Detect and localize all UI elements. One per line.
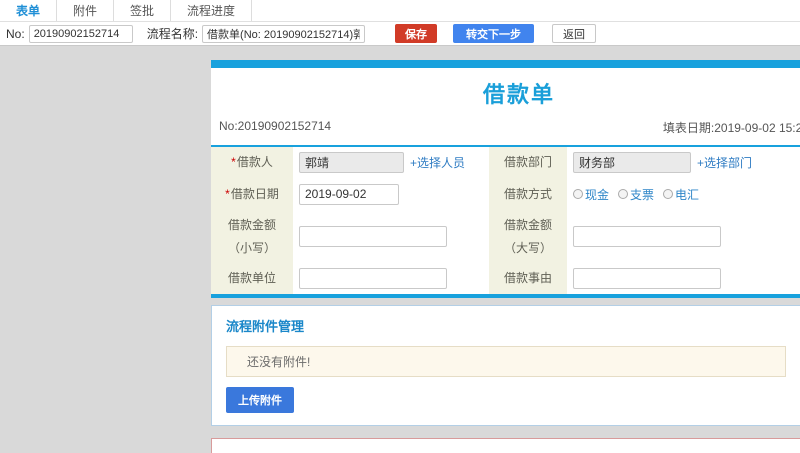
loan-form-panel: 借款单 No:20190902152714 填表日期:2019-09-02 15… bbox=[211, 60, 800, 298]
amount-small-field-cell bbox=[293, 211, 489, 263]
dept-input[interactable] bbox=[573, 151, 691, 173]
form-fields-grid: *借款人 +选择人员 借款部门 +选择部门 *借款日期 借款方式 现金 bbox=[211, 147, 800, 294]
borrower-label: *借款人 bbox=[231, 154, 273, 169]
loan-reason-field-cell bbox=[567, 262, 800, 294]
select-dept-link[interactable]: +选择部门 bbox=[697, 154, 752, 171]
radio-cash[interactable]: 现金 bbox=[573, 186, 609, 203]
approval-title: 流程签批意见 bbox=[226, 450, 800, 453]
radio-cheque[interactable]: 支票 bbox=[618, 186, 654, 203]
save-button[interactable]: 保存 bbox=[395, 24, 438, 43]
flow-name-label: 流程名称: bbox=[146, 27, 199, 41]
dept-label: 借款部门 bbox=[503, 154, 552, 169]
no-attachments-alert: 还没有附件! bbox=[226, 345, 786, 377]
select-person-link[interactable]: +选择人员 bbox=[410, 154, 465, 171]
loan-method-label: 借款方式 bbox=[503, 186, 552, 201]
radio-wire[interactable]: 电汇 bbox=[663, 186, 699, 203]
radio-icon bbox=[573, 189, 583, 199]
required-asterisk: * bbox=[231, 154, 236, 169]
form-no-text: No:20190902152714 bbox=[219, 119, 332, 133]
forward-next-step-button[interactable]: 转交下一步 bbox=[453, 24, 535, 43]
borrower-input[interactable] bbox=[299, 151, 404, 173]
tab-flow-progress[interactable]: 流程进度 bbox=[171, 0, 253, 21]
approval-panel: 流程签批意见 B I abc bbox=[211, 437, 800, 453]
loan-reason-label: 借款事由 bbox=[503, 270, 552, 285]
page-title: 借款单 bbox=[482, 82, 555, 107]
loan-method-field-cell: 现金 支票 电汇 bbox=[567, 177, 800, 211]
panel-top-accent-bar bbox=[211, 60, 800, 68]
form-date-text: 填表日期:2019-09-02 15:27:1 bbox=[662, 121, 800, 135]
amount-big-field-cell bbox=[567, 211, 800, 263]
loan-unit-label: 借款单位 bbox=[227, 270, 276, 285]
back-button[interactable]: 返回 bbox=[552, 24, 597, 43]
attachments-title: 流程附件管理 bbox=[226, 318, 305, 334]
upload-attachment-button[interactable]: 上传附件 bbox=[226, 386, 294, 413]
required-asterisk: * bbox=[225, 186, 230, 201]
no-input[interactable] bbox=[28, 24, 133, 43]
action-toolbar: No: 流程名称: 保存 转交下一步 返回 bbox=[0, 22, 800, 46]
amount-small-label: 借款金额（小写） bbox=[227, 218, 276, 255]
flow-name-input[interactable] bbox=[202, 24, 366, 43]
tab-bar: 表单 附件 签批 流程进度 bbox=[0, 0, 800, 22]
main-content: 借款单 No:20190902152714 填表日期:2019-09-02 15… bbox=[211, 60, 800, 453]
radio-icon bbox=[663, 189, 674, 199]
tab-attachments[interactable]: 附件 bbox=[57, 0, 115, 21]
loan-reason-input[interactable] bbox=[573, 267, 721, 289]
form-meta-row: No:20190902152714 填表日期:2019-09-02 15:27:… bbox=[211, 112, 800, 145]
loan-unit-input[interactable] bbox=[299, 267, 447, 289]
tab-approval[interactable]: 签批 bbox=[114, 0, 172, 21]
loan-date-label: *借款日期 bbox=[225, 186, 279, 201]
loan-date-field-cell bbox=[293, 177, 489, 211]
amount-big-input[interactable] bbox=[573, 226, 721, 248]
loan-date-input[interactable] bbox=[299, 183, 399, 205]
tab-form[interactable]: 表单 bbox=[0, 0, 58, 21]
no-label: No: bbox=[6, 26, 25, 41]
loan-unit-field-cell bbox=[293, 262, 489, 294]
attachments-panel: 流程附件管理 还没有附件! 上传附件 bbox=[211, 304, 800, 426]
panel-bottom-accent-bar bbox=[211, 293, 800, 298]
amount-small-input[interactable] bbox=[299, 226, 447, 248]
loan-method-radio-group: 现金 支票 电汇 bbox=[573, 186, 699, 203]
borrower-field-cell: +选择人员 bbox=[293, 147, 489, 177]
dept-field-cell: +选择部门 bbox=[567, 147, 800, 177]
amount-big-label: 借款金额（大写） bbox=[503, 218, 552, 255]
radio-icon bbox=[618, 189, 629, 199]
